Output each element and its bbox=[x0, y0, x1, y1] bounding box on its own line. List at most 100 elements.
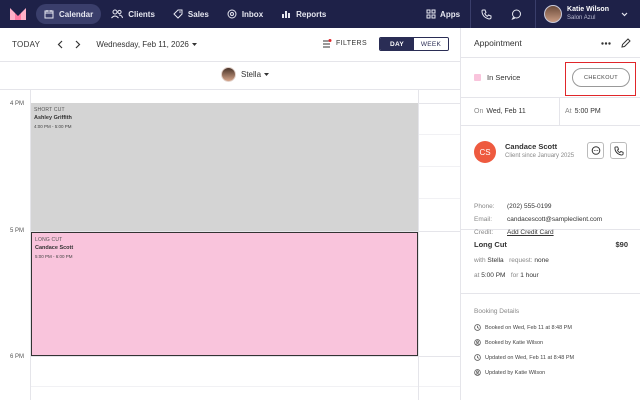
booking-details-title: Booking Details bbox=[474, 308, 520, 315]
today-button[interactable]: TODAY bbox=[12, 40, 40, 49]
appointment-time: 5:00 PM - 6:00 PM bbox=[35, 254, 73, 259]
with-label: with bbox=[474, 257, 486, 264]
prev-day-button[interactable] bbox=[54, 39, 66, 51]
nav-clients[interactable]: Clients bbox=[103, 4, 163, 24]
appointment-client: Ashley Griffith bbox=[34, 115, 72, 121]
user-salon: Salon Azul bbox=[567, 15, 596, 21]
status-color-swatch bbox=[474, 74, 481, 81]
message-icon bbox=[591, 145, 600, 155]
week-view-button[interactable]: WEEK bbox=[414, 38, 448, 50]
time-prefix: At bbox=[565, 108, 572, 115]
panel-header: Appointment bbox=[461, 28, 640, 58]
service-duration: 1 hour bbox=[520, 272, 539, 279]
more-options-button[interactable] bbox=[599, 37, 613, 49]
more-horizontal-icon bbox=[601, 41, 611, 45]
appointment-service: LONG CUT bbox=[35, 237, 63, 243]
caret-down-icon bbox=[191, 42, 197, 46]
nav-calendar[interactable]: Calendar bbox=[36, 4, 102, 24]
nav-reports[interactable]: Reports bbox=[273, 4, 334, 24]
filters-button[interactable]: FILTERS bbox=[322, 39, 367, 48]
phone-label: Phone: bbox=[474, 203, 495, 210]
appointment-panel: Appointment In Service CHECKOUT On Wed, F… bbox=[460, 28, 640, 400]
apps-button[interactable]: Apps bbox=[416, 0, 472, 28]
date-prefix: On bbox=[474, 108, 484, 115]
date-picker[interactable]: Wednesday, Feb 11, 2026 bbox=[96, 40, 197, 49]
nav-clients-label: Clients bbox=[128, 9, 155, 19]
at-label: at bbox=[474, 272, 480, 279]
next-day-button[interactable] bbox=[72, 39, 84, 51]
staff-column-border bbox=[418, 90, 419, 400]
call-client-button[interactable] bbox=[610, 142, 627, 159]
appointment-block[interactable]: SHORT CUT Ashley Griffith 4:00 PM - 5:00… bbox=[31, 103, 418, 231]
staff-name: Stella bbox=[241, 70, 262, 79]
calendar-toolbar: TODAY Wednesday, Feb 11, 2026 FILTERS DA… bbox=[0, 28, 460, 62]
booking-item: Updated on Wed, Feb 11 at 8:48 PM bbox=[474, 354, 574, 361]
staff-avatar bbox=[221, 67, 236, 82]
nav-inbox[interactable]: Inbox bbox=[219, 4, 271, 24]
filter-icon bbox=[323, 39, 332, 48]
service-section: Long Cut $90 with Stella request: none a… bbox=[461, 230, 640, 294]
appointment-date[interactable]: On Wed, Feb 11 bbox=[474, 108, 526, 115]
client-avatar[interactable]: CS bbox=[474, 141, 496, 163]
appointment-block-selected[interactable]: LONG CUT Candace Scott 5:00 PM - 6:00 PM bbox=[31, 232, 418, 356]
clients-icon bbox=[111, 9, 124, 19]
service-staff-line: with Stella request: none bbox=[474, 257, 549, 264]
clock-icon bbox=[474, 354, 481, 361]
phone-icon bbox=[481, 9, 492, 20]
inbox-icon bbox=[227, 9, 237, 19]
chat-button[interactable] bbox=[501, 0, 531, 28]
email-value: candacescott@sampleclient.com bbox=[507, 216, 603, 223]
updated-by-text: Updated by Katie Wilson bbox=[485, 369, 546, 376]
calendar-grid[interactable]: 4 PM 5 PM 6 PM SHORT CUT Ashley Griffith… bbox=[0, 90, 460, 400]
appointment-service: SHORT CUT bbox=[34, 107, 65, 113]
staff-row: Stella bbox=[0, 62, 460, 90]
reports-icon bbox=[282, 11, 291, 18]
nav-reports-label: Reports bbox=[296, 9, 327, 19]
client-section: CS Candace Scott Client since January 20… bbox=[461, 126, 640, 236]
current-date: Wednesday, Feb 11, 2026 bbox=[96, 40, 189, 49]
logo-icon bbox=[10, 8, 26, 20]
time-label: 4 PM bbox=[10, 101, 25, 107]
status-text[interactable]: In Service bbox=[487, 73, 520, 82]
nav-sales[interactable]: Sales bbox=[165, 4, 217, 24]
staff-selector[interactable]: Stella bbox=[221, 67, 270, 82]
filters-label: FILTERS bbox=[336, 40, 368, 47]
service-time-line: at 5:00 PM for 1 hour bbox=[474, 272, 539, 279]
chevron-right-icon bbox=[75, 40, 81, 49]
divider bbox=[559, 98, 560, 126]
time-column: 4 PM 5 PM 6 PM bbox=[0, 90, 31, 400]
user-icon bbox=[474, 339, 481, 346]
edit-button[interactable] bbox=[619, 36, 633, 50]
day-view-button[interactable]: DAY bbox=[380, 38, 414, 50]
panel-title: Appointment bbox=[474, 37, 522, 48]
user-icon bbox=[474, 369, 481, 376]
booking-details: Booking Details Booked on Wed, Feb 11 at… bbox=[461, 294, 640, 400]
updated-on-text: Updated on Wed, Feb 11 at 8:48 PM bbox=[485, 354, 575, 361]
time-label: 5 PM bbox=[10, 228, 25, 234]
top-nav: Calendar Clients Sales Inbox Reports App… bbox=[0, 0, 640, 28]
chevron-down-icon bbox=[621, 12, 628, 16]
client-name[interactable]: Candace Scott bbox=[505, 142, 557, 151]
message-client-button[interactable] bbox=[587, 142, 604, 159]
app-logo[interactable] bbox=[4, 0, 32, 28]
user-avatar bbox=[544, 5, 563, 23]
nav-right: Apps Katie Wilson Salon Azul bbox=[416, 0, 640, 28]
phone-icon bbox=[613, 145, 624, 156]
service-time: 5:00 PM bbox=[481, 272, 506, 279]
service-staff: Stella bbox=[487, 257, 504, 264]
date-value: Wed, Feb 11 bbox=[486, 108, 526, 115]
checkout-button[interactable]: CHECKOUT bbox=[572, 68, 630, 87]
client-since: Client since January 2025 bbox=[505, 153, 575, 159]
booking-item: Updated by Katie Wilson bbox=[474, 369, 545, 376]
booked-on-text: Booked on Wed, Feb 11 at 8:48 PM bbox=[485, 324, 572, 331]
pencil-icon bbox=[621, 38, 631, 48]
phone-button[interactable] bbox=[471, 0, 501, 28]
request-value: none bbox=[534, 257, 549, 264]
service-name: Long Cut bbox=[474, 240, 507, 249]
appointment-time: 4:00 PM - 5:00 PM bbox=[34, 124, 72, 129]
apps-label: Apps bbox=[440, 9, 461, 19]
user-menu[interactable]: Katie Wilson Salon Azul bbox=[535, 0, 640, 28]
appointment-time[interactable]: At 5:00 PM bbox=[565, 108, 601, 115]
clock-icon bbox=[474, 324, 481, 331]
quarter-line bbox=[31, 386, 460, 387]
